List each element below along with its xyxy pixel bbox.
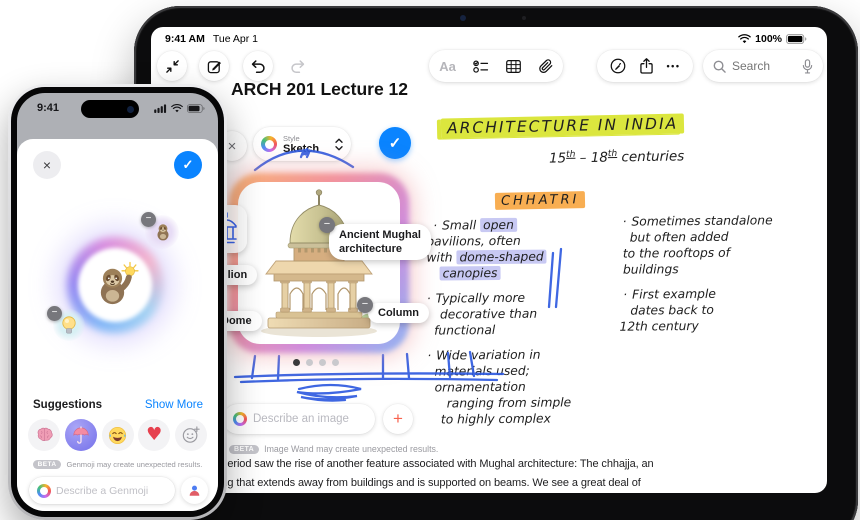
genmoji-prompt-field[interactable] — [29, 477, 175, 504]
add-emoji-icon — [182, 426, 200, 443]
person-icon — [189, 485, 200, 496]
genmoji-beta-note: BETA Genmoji may create unexpected resul… — [17, 460, 218, 469]
suggestion-brain[interactable] — [28, 419, 60, 451]
person-genmoji-button[interactable] — [181, 477, 208, 504]
beta-text: Image Wand may create unexpected results… — [264, 444, 439, 454]
laughing-tears-emoji — [108, 426, 127, 444]
describe-image-input[interactable] — [253, 413, 365, 425]
wifi-icon — [171, 104, 183, 113]
beta-text: Genmoji may create unexpected results. — [66, 460, 203, 469]
tag-ancient-mughal[interactable]: Ancient Mughal architecture — [329, 224, 431, 260]
heart-emoji: ♥ — [146, 424, 163, 445]
genmoji-accept-button[interactable]: ✓ — [174, 151, 202, 179]
genmoji-close-button[interactable]: × — [33, 151, 61, 179]
ipad-camera — [460, 15, 466, 21]
iphone-status-icons — [154, 104, 205, 113]
dynamic-island — [81, 100, 139, 118]
iphone-screen: 9:41 × ✓ − − Suggestions Show More ♥ BET… — [17, 93, 218, 511]
ipad-device: 9:41 AM Tue Apr 1 100% Aa ••• Search ARC… — [134, 6, 858, 520]
suggestion-umbrella-selected[interactable] — [64, 419, 97, 451]
close-icon: × — [42, 157, 52, 173]
suggestion-heart[interactable]: ♥ — [138, 419, 171, 451]
battery-icon — [187, 104, 205, 113]
front-camera — [127, 105, 134, 113]
add-image-source-button[interactable]: + — [383, 404, 413, 434]
show-more-link[interactable]: Show More — [145, 399, 203, 411]
checkmark-icon: ✓ — [182, 157, 194, 172]
remove-tag-button[interactable]: − — [319, 217, 335, 233]
add-emoji-button[interactable] — [175, 419, 207, 451]
ipad-sensor — [522, 16, 526, 20]
intelligence-swirl-icon — [233, 412, 247, 426]
remove-tag-button[interactable]: − — [357, 297, 373, 313]
remove-ingredient-button[interactable]: − — [47, 306, 62, 321]
sloth-emoji — [152, 221, 174, 248]
remove-ingredient-button[interactable]: − — [141, 212, 156, 227]
plus-icon: + — [393, 409, 403, 428]
lightbulb-emoji — [60, 315, 78, 340]
ipad-screen: 9:41 AM Tue Apr 1 100% Aa ••• Search ARC… — [151, 27, 827, 493]
iphone-device: 9:41 × ✓ − − Suggestions Show More ♥ BET… — [8, 84, 227, 520]
suggestion-laughing[interactable] — [101, 419, 134, 451]
generated-genmoji-sloth-lightbulb — [90, 260, 140, 315]
image-wand-prompt-field[interactable] — [223, 404, 375, 434]
image-wand-beta-note: BETA Image Wand may create unexpected re… — [229, 444, 438, 454]
image-pager-dots[interactable] — [293, 359, 339, 366]
tag-column[interactable]: Column — [368, 303, 429, 323]
beta-badge: BETA — [229, 444, 260, 454]
intelligence-swirl-icon — [37, 483, 51, 498]
suggestion-row: ♥ — [28, 419, 207, 451]
suggestions-label: Suggestions — [33, 399, 103, 411]
brain-emoji — [37, 427, 53, 442]
iphone-time: 9:41 — [37, 102, 60, 114]
umbrella-emoji — [73, 425, 89, 444]
describe-genmoji-input[interactable] — [56, 484, 167, 497]
marketing-hero: 9:41 AM Tue Apr 1 100% Aa ••• Search ARC… — [0, 0, 860, 520]
cellular-icon — [154, 104, 167, 113]
beta-badge: BETA — [32, 460, 62, 469]
